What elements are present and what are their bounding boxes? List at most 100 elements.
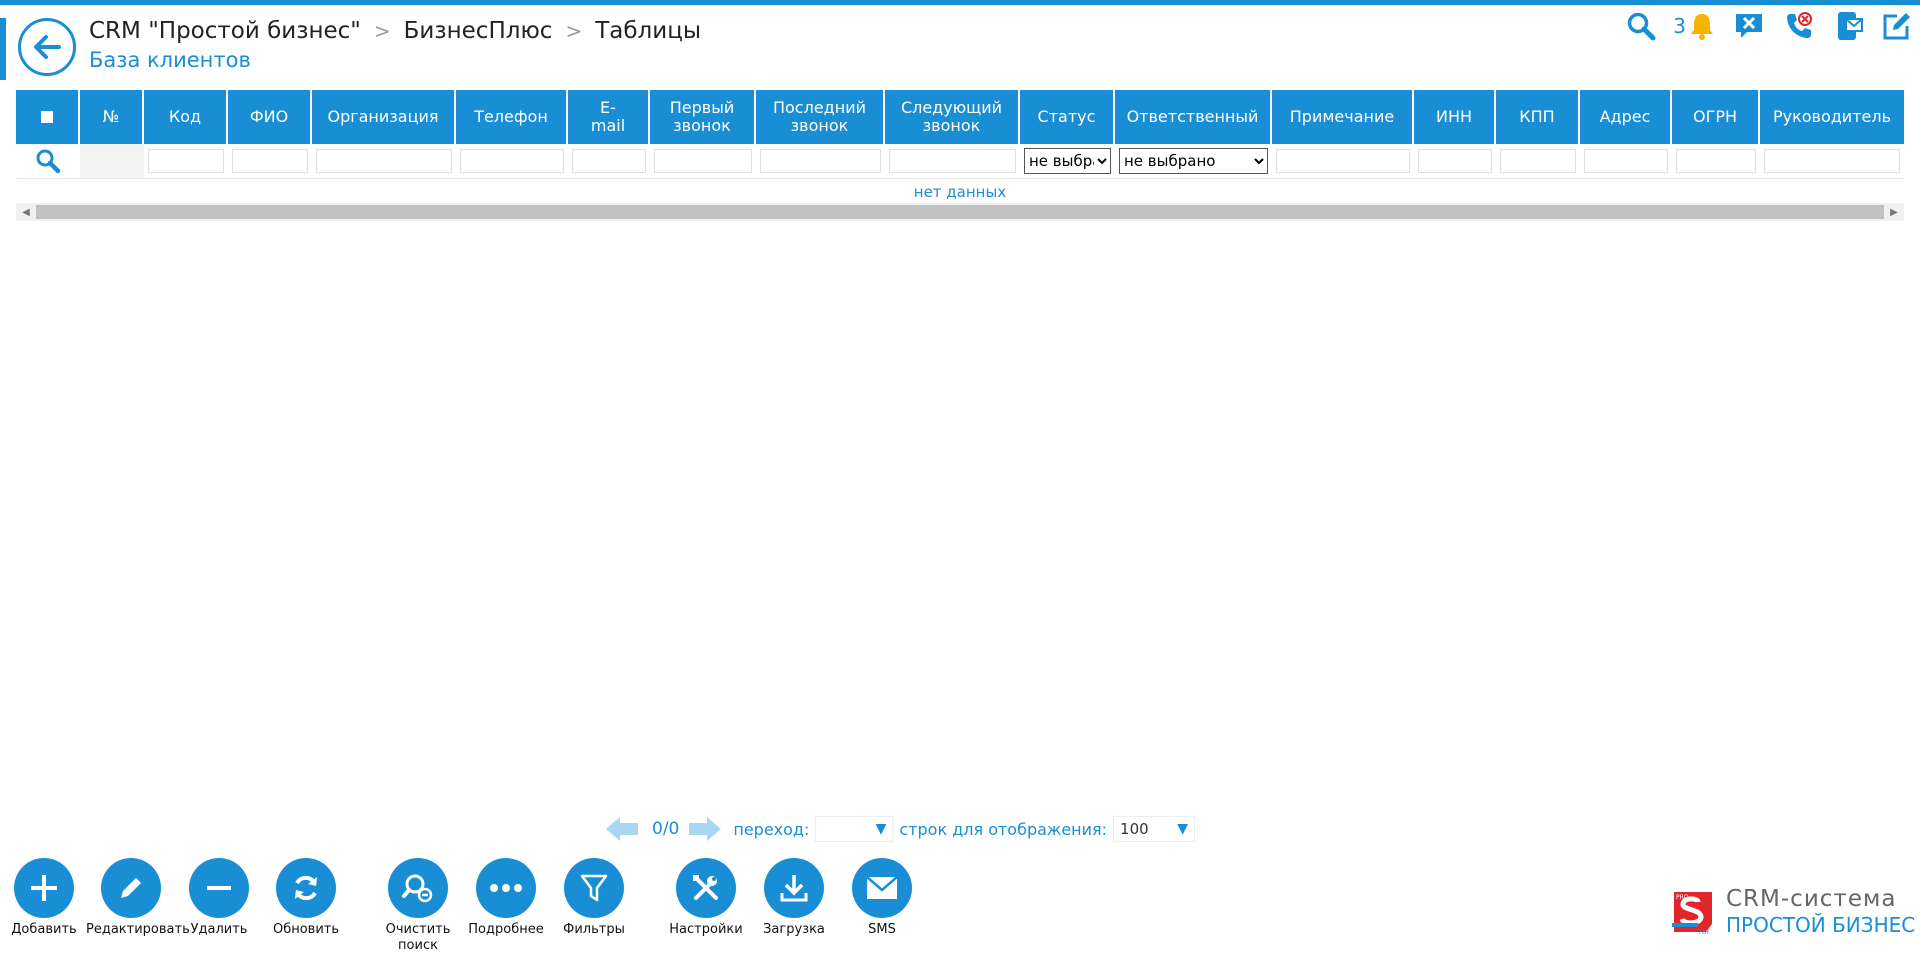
filter-number-cell bbox=[80, 144, 144, 178]
rows-per-page-value: 100 bbox=[1120, 820, 1149, 838]
goto-page-select[interactable]: ▼ bbox=[815, 816, 894, 842]
more-button[interactable]: Подробнее bbox=[461, 858, 551, 938]
filter-code-input[interactable] bbox=[148, 149, 224, 173]
settings-button-label: Настройки bbox=[669, 922, 743, 937]
chevron-down-icon: ▼ bbox=[1177, 821, 1189, 837]
header-actions: 3 bbox=[1623, 6, 1920, 46]
download-icon bbox=[764, 858, 824, 918]
breadcrumb-item-businessplus[interactable]: БизнесПлюс bbox=[404, 18, 553, 44]
table-header: № Код ФИО Организация Телефон E-mail Пер… bbox=[16, 90, 1904, 144]
filter-organization-input[interactable] bbox=[316, 149, 452, 173]
column-header-address[interactable]: Адрес bbox=[1580, 90, 1672, 144]
filter-icon bbox=[564, 858, 624, 918]
add-button[interactable]: Добавить bbox=[0, 858, 89, 938]
search-icon[interactable] bbox=[35, 148, 61, 174]
filter-director-input[interactable] bbox=[1764, 149, 1900, 173]
rows-per-page-select[interactable]: 100 ▼ bbox=[1113, 816, 1196, 842]
filter-phone-input[interactable] bbox=[460, 149, 564, 173]
column-header-kpp[interactable]: КПП bbox=[1496, 90, 1580, 144]
arrow-left-icon bbox=[34, 35, 61, 59]
filters-button[interactable]: Фильтры bbox=[549, 858, 639, 938]
column-header-first-call[interactable]: Первый звонок bbox=[650, 90, 756, 144]
breadcrumb-item-tables[interactable]: Таблицы bbox=[595, 18, 701, 44]
column-header-note[interactable]: Примечание bbox=[1272, 90, 1414, 144]
filter-director-cell bbox=[1760, 144, 1904, 178]
select-all-checkbox-cell[interactable] bbox=[16, 90, 80, 144]
filter-organization-cell bbox=[312, 144, 456, 178]
back-button[interactable] bbox=[18, 18, 76, 76]
mobile-mail-icon[interactable] bbox=[1832, 10, 1866, 42]
column-header-ogrn[interactable]: ОГРН bbox=[1672, 90, 1760, 144]
filter-next-call-cell bbox=[885, 144, 1020, 178]
filter-inn-input[interactable] bbox=[1418, 149, 1492, 173]
empty-table-message: нет данных bbox=[913, 183, 1007, 201]
scroll-right-arrow[interactable]: ▶ bbox=[1884, 207, 1904, 218]
breadcrumb-item-crm[interactable]: CRM "Простой бизнес" bbox=[89, 18, 361, 44]
select-all-checkbox[interactable] bbox=[41, 111, 53, 123]
column-header-responsible[interactable]: Ответственный bbox=[1115, 90, 1272, 144]
horizontal-scrollbar[interactable]: ◀ ▶ bbox=[16, 203, 1904, 221]
refresh-icon bbox=[276, 858, 336, 918]
filter-search-cell bbox=[16, 144, 80, 178]
column-header-next-call[interactable]: Следующий звонок bbox=[885, 90, 1020, 144]
notification-count: 3 bbox=[1673, 14, 1686, 38]
edit-button-label: Редактировать bbox=[86, 922, 190, 937]
page-title: База клиентов bbox=[89, 48, 251, 72]
top-accent-line bbox=[0, 0, 1920, 5]
sms-button[interactable]: SMS bbox=[837, 858, 927, 938]
scrollbar-thumb[interactable] bbox=[36, 205, 1884, 219]
search-icon[interactable] bbox=[1623, 11, 1659, 41]
chat-close-icon[interactable] bbox=[1732, 11, 1766, 41]
next-page-icon[interactable] bbox=[687, 815, 723, 843]
logo-text-line2: ПРОСТОЙ БИЗНЕС bbox=[1726, 913, 1916, 937]
column-header-last-call[interactable]: Последний звонок bbox=[756, 90, 885, 144]
filter-responsible-select[interactable]: не выбрано bbox=[1119, 148, 1268, 174]
column-header-code[interactable]: Код bbox=[144, 90, 228, 144]
filter-ogrn-input[interactable] bbox=[1676, 149, 1756, 173]
filter-note-input[interactable] bbox=[1276, 149, 1410, 173]
column-header-organization[interactable]: Организация bbox=[312, 90, 456, 144]
bell-icon[interactable] bbox=[1688, 11, 1716, 41]
column-header-name[interactable]: ФИО bbox=[228, 90, 312, 144]
column-header-director[interactable]: Руководитель bbox=[1760, 90, 1904, 144]
prev-page-icon[interactable] bbox=[604, 815, 640, 843]
filter-first-call-cell bbox=[650, 144, 756, 178]
filter-kpp-cell bbox=[1496, 144, 1580, 178]
filter-name-cell bbox=[228, 144, 312, 178]
filter-code-cell bbox=[144, 144, 228, 178]
column-header-phone[interactable]: Телефон bbox=[456, 90, 568, 144]
filter-first-call-input[interactable] bbox=[654, 149, 752, 173]
filter-address-input[interactable] bbox=[1584, 149, 1668, 173]
envelope-icon bbox=[852, 858, 912, 918]
add-button-label: Добавить bbox=[11, 922, 77, 937]
tools-icon bbox=[676, 858, 736, 918]
delete-button[interactable]: Удалить bbox=[174, 858, 264, 938]
filter-address-cell bbox=[1580, 144, 1672, 178]
goto-label: переход: bbox=[733, 819, 810, 839]
settings-button[interactable]: Настройки bbox=[661, 858, 751, 938]
refresh-button[interactable]: Обновить bbox=[261, 858, 351, 938]
refresh-button-label: Обновить bbox=[272, 922, 340, 937]
delete-button-label: Удалить bbox=[190, 922, 248, 937]
plus-icon bbox=[14, 858, 74, 918]
column-header-email[interactable]: E-mail bbox=[568, 90, 650, 144]
header-accent-bar bbox=[0, 18, 6, 80]
filter-status-select[interactable]: не выбрано bbox=[1024, 148, 1111, 174]
edit-icon[interactable] bbox=[1880, 10, 1914, 42]
filter-name-input[interactable] bbox=[232, 149, 308, 173]
scroll-left-arrow[interactable]: ◀ bbox=[16, 207, 36, 218]
clear-search-button[interactable]: Очистить поиск bbox=[373, 858, 463, 954]
column-header-status[interactable]: Статус bbox=[1020, 90, 1115, 144]
column-header-inn[interactable]: ИНН bbox=[1414, 90, 1496, 144]
rows-per-page-label: строк для отображения: bbox=[899, 819, 1108, 839]
column-header-number[interactable]: № bbox=[80, 90, 144, 144]
filter-kpp-input[interactable] bbox=[1500, 149, 1576, 173]
phone-missed-icon[interactable] bbox=[1782, 10, 1816, 42]
filter-email-input[interactable] bbox=[572, 149, 646, 173]
edit-button[interactable]: Редактировать bbox=[86, 858, 190, 938]
filter-next-call-input[interactable] bbox=[889, 149, 1016, 173]
page-info: 0/0 bbox=[652, 819, 680, 839]
more-button-label: Подробнее bbox=[468, 922, 544, 937]
filter-last-call-input[interactable] bbox=[760, 149, 881, 173]
download-button[interactable]: Загрузка bbox=[749, 858, 839, 938]
